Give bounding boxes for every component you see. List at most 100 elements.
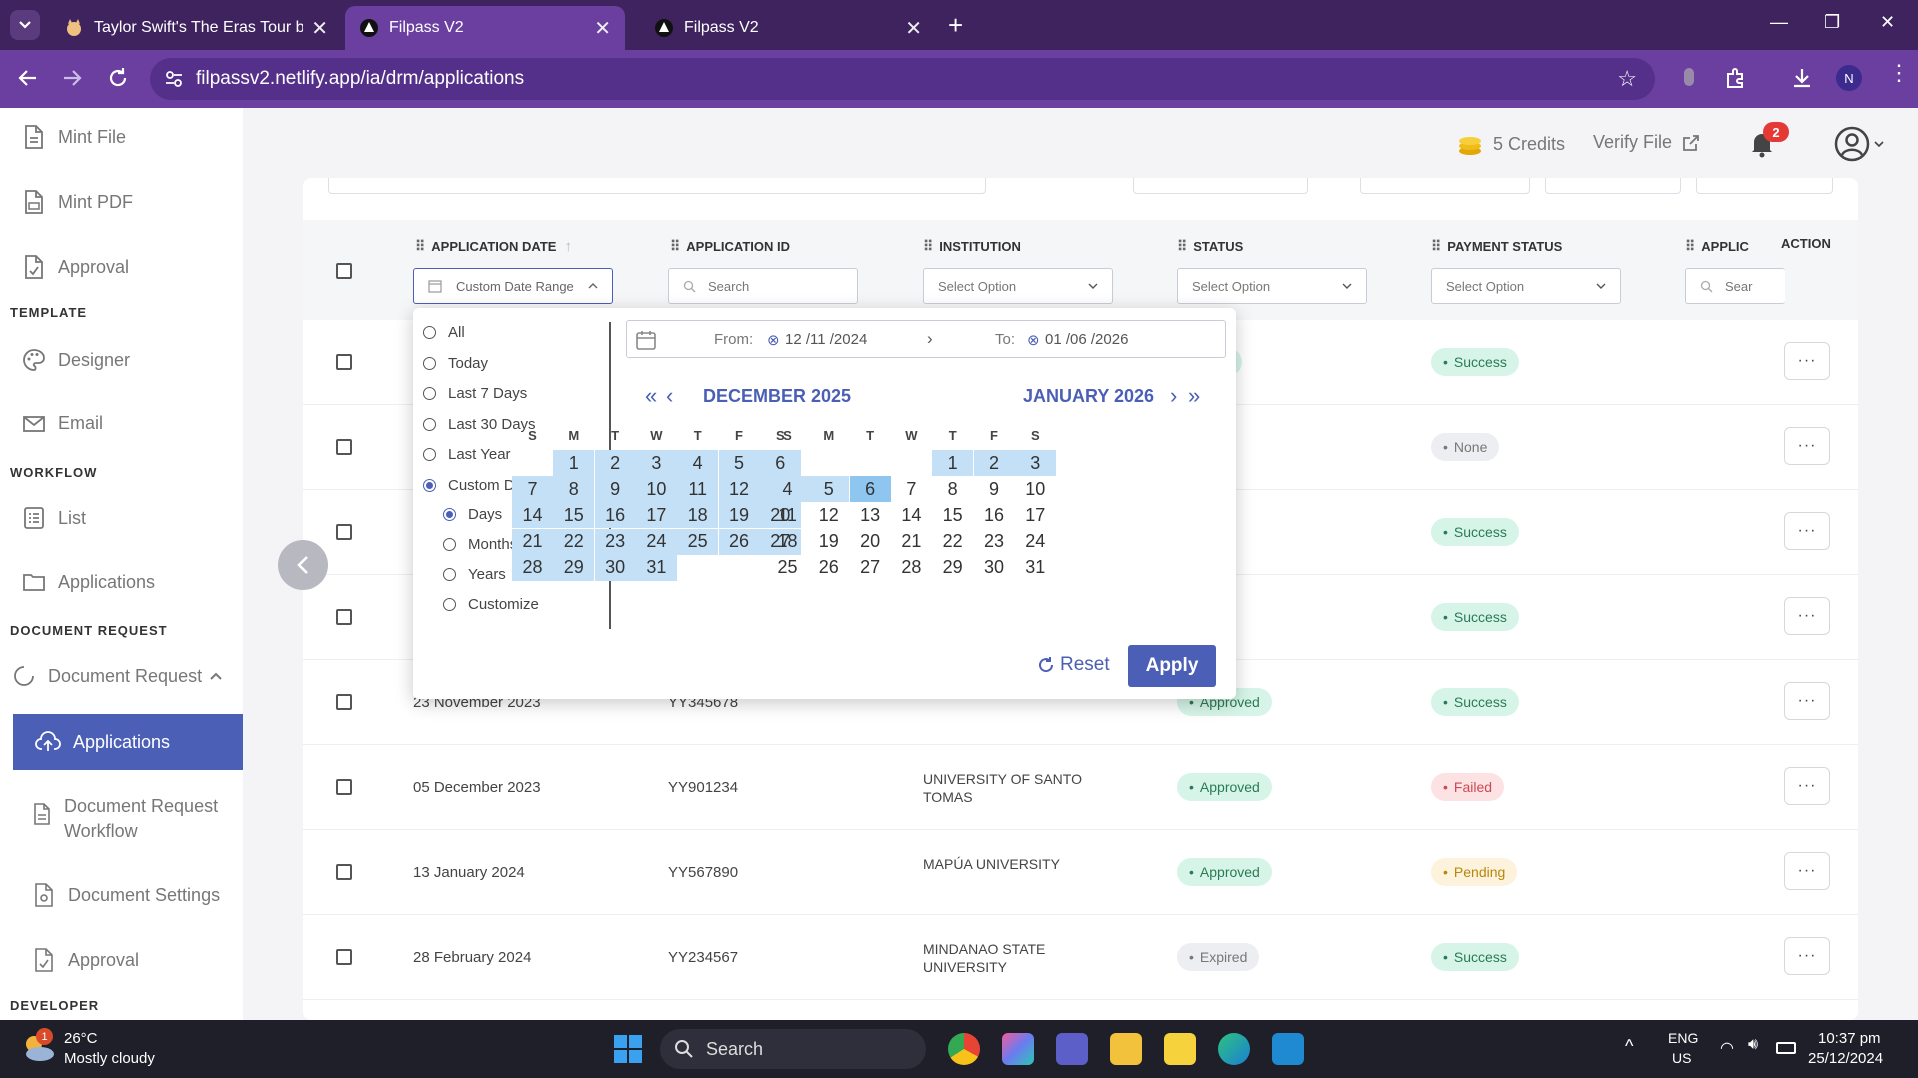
right-month-title[interactable]: JANUARY 2026 <box>1023 386 1154 407</box>
sidebar-item-document-request-workflow[interactable]: Document Request Workflow <box>32 794 234 844</box>
language-indicator[interactable]: ENG <box>1668 1030 1698 1046</box>
reset-button[interactable]: Reset <box>1037 654 1110 676</box>
forward-icon[interactable] <box>60 66 84 90</box>
application-date-filter[interactable]: Custom Date Range <box>413 268 613 304</box>
status-select[interactable]: Select Option <box>1177 268 1367 304</box>
left-month-title[interactable]: DECEMBER 2025 <box>703 386 851 407</box>
row-actions-button[interactable]: ··· <box>1784 512 1830 550</box>
calendar-day[interactable]: 1 <box>932 450 974 476</box>
bookmark-star-icon[interactable]: ☆ <box>1617 66 1637 92</box>
row-checkbox[interactable] <box>336 949 352 965</box>
calendar-day[interactable]: 15 <box>932 502 973 528</box>
calendar-day[interactable]: 26 <box>718 528 760 555</box>
user-menu[interactable] <box>1834 126 1884 162</box>
sidebar-item-workflow-applications[interactable]: Applications <box>22 571 155 593</box>
extensions-puzzle-icon[interactable] <box>1724 66 1748 90</box>
next-month-icon[interactable]: › <box>1170 383 1177 409</box>
calendar-day[interactable]: 21 <box>512 528 553 555</box>
calendar-day[interactable]: 18 <box>677 502 719 529</box>
drag-handle-icon[interactable]: ⠿ <box>923 238 933 255</box>
close-tab-icon[interactable]: ✕ <box>905 16 922 41</box>
region-indicator[interactable]: US <box>1672 1050 1691 1066</box>
close-window-icon[interactable]: ✕ <box>1880 12 1895 33</box>
minimize-icon[interactable]: — <box>1770 12 1788 33</box>
row-checkbox[interactable] <box>336 524 352 540</box>
apply-button[interactable]: Apply <box>1128 645 1216 687</box>
drag-handle-icon[interactable]: ⠿ <box>1177 238 1187 255</box>
calendar-day[interactable]: 21 <box>891 529 932 555</box>
extension-icon[interactable] <box>1684 68 1694 86</box>
date-range-input[interactable]: From: ⊗ 12 /11 /2024 › To: ⊗ 01 /06 /202… <box>626 320 1226 358</box>
site-info-icon[interactable] <box>164 69 184 89</box>
granularity-option[interactable]: Customize <box>443 596 539 613</box>
calendar-day[interactable]: 14 <box>891 502 932 528</box>
from-date-value[interactable]: 12 /11 /2024 <box>785 331 867 348</box>
calendar-day[interactable]: 7 <box>512 476 553 503</box>
sidebar-item-designer[interactable]: Designer <box>22 348 130 372</box>
calendar-day[interactable]: 8 <box>932 476 973 502</box>
credits-display[interactable]: 5 Credits <box>1457 132 1565 156</box>
notifications-button[interactable]: 2 <box>1749 122 1789 158</box>
previous-month-icon[interactable]: ‹ <box>666 383 673 409</box>
calendar-day[interactable]: 2 <box>973 450 1015 476</box>
toolbar-filter-field[interactable] <box>1133 178 1308 194</box>
calendar-day[interactable]: 17 <box>635 502 677 529</box>
file-explorer-taskbar-icon[interactable] <box>1110 1033 1142 1065</box>
drag-handle-icon[interactable]: ⠿ <box>415 238 425 255</box>
to-date-value[interactable]: 01 /06 /2026 <box>1045 331 1128 348</box>
calendar-day[interactable]: 25 <box>767 555 808 581</box>
new-tab-button[interactable]: + <box>948 10 963 41</box>
wifi-icon[interactable]: ◠ <box>1720 1038 1734 1058</box>
calendar-day[interactable]: 3 <box>1014 450 1056 476</box>
calendar-day[interactable]: 24 <box>1015 529 1056 555</box>
row-checkbox[interactable] <box>336 609 352 625</box>
table-row[interactable]: 28 February 2024 YY234567 MINDANAO STATE U… <box>303 915 1858 1000</box>
toolbar-filter-field[interactable] <box>1696 178 1833 194</box>
sidebar-item-document-settings[interactable]: Document Settings <box>32 882 220 908</box>
teams-taskbar-icon[interactable] <box>1056 1033 1088 1065</box>
row-actions-button[interactable]: ··· <box>1784 597 1830 635</box>
toolbar-filter-field[interactable] <box>1545 178 1681 194</box>
weather-temperature[interactable]: 26°C <box>64 1030 98 1047</box>
sidebar-item-applications[interactable]: Applications <box>13 714 243 770</box>
profile-avatar[interactable]: N <box>1836 65 1862 91</box>
calendar-day[interactable]: 30 <box>974 555 1015 581</box>
clock-time[interactable]: 10:37 pm <box>1818 1030 1881 1047</box>
applicant-search[interactable]: Sear <box>1685 268 1785 304</box>
calendar-day[interactable]: 12 <box>808 502 849 528</box>
row-checkbox[interactable] <box>336 439 352 455</box>
sidebar-item-docreq-approval[interactable]: Approval <box>32 947 139 973</box>
calendar-day[interactable]: 11 <box>677 476 719 503</box>
calendar-day[interactable]: 29 <box>553 554 595 581</box>
preset-option[interactable]: All <box>423 324 465 341</box>
table-row[interactable]: 13 January 2024 YY567890 MAPÚA UNIVERSITY •… <box>303 830 1858 915</box>
calendar-day[interactable]: 10 <box>635 476 677 503</box>
calendar-day[interactable]: 4 <box>677 450 719 476</box>
granularity-option[interactable]: Days <box>443 506 502 523</box>
browser-menu-icon[interactable]: ⋮ <box>1888 62 1910 84</box>
weather-description[interactable]: Mostly cloudy <box>64 1050 155 1067</box>
reload-icon[interactable] <box>106 66 130 90</box>
calendar-day[interactable]: 7 <box>891 476 932 502</box>
calendar-day[interactable]: 31 <box>635 554 677 581</box>
copilot-taskbar-icon[interactable] <box>1002 1033 1034 1065</box>
restore-icon[interactable]: ❐ <box>1824 12 1840 33</box>
calendar-day[interactable]: 8 <box>553 476 595 503</box>
column-header-status[interactable]: ⠿ STATUS <box>1177 238 1243 255</box>
preset-option[interactable]: Today <box>423 355 488 372</box>
calendar-day[interactable]: 28 <box>891 555 932 581</box>
drag-handle-icon[interactable]: ⠿ <box>1431 238 1441 255</box>
calendar-day[interactable]: 15 <box>553 502 595 529</box>
url-bar[interactable]: filpassv2.netlify.app/ia/drm/application… <box>150 58 1655 100</box>
column-header-institution[interactable]: ⠿ INSTITUTION <box>923 238 1021 255</box>
calendar-day[interactable]: 10 <box>1015 476 1056 502</box>
taskbar-search[interactable]: Search <box>660 1029 926 1069</box>
calendar-day[interactable]: 16 <box>594 502 636 529</box>
calendar-day[interactable]: 25 <box>677 528 719 555</box>
edge-taskbar-icon[interactable] <box>1218 1033 1250 1065</box>
close-tab-icon[interactable]: ✕ <box>311 16 328 41</box>
battery-icon[interactable] <box>1776 1042 1796 1054</box>
calendar-day[interactable]: 6 <box>849 476 891 503</box>
calendar-day[interactable]: 9 <box>974 476 1015 502</box>
global-search-field[interactable] <box>328 178 986 194</box>
